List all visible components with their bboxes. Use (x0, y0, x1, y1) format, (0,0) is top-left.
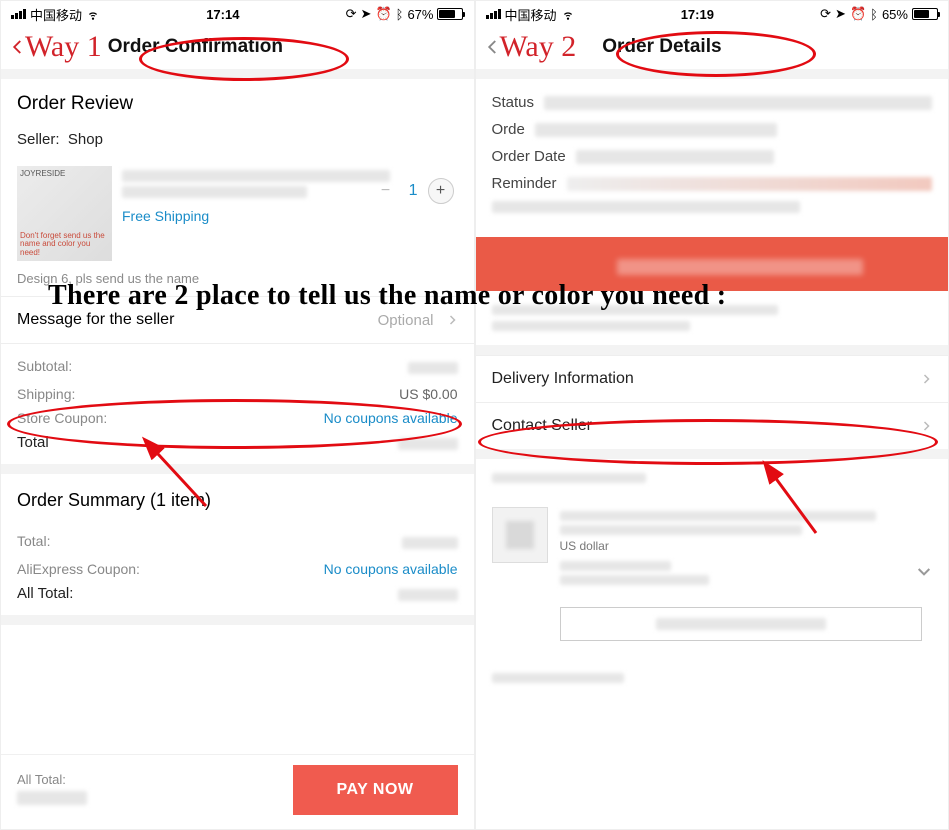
redacted-text (576, 150, 774, 164)
status-label: Status (492, 94, 535, 111)
seller-row[interactable]: Seller: Shop (1, 125, 474, 160)
chevron-right-icon (446, 314, 458, 326)
currency-line: US dollar (560, 539, 933, 553)
battery-icon (912, 8, 938, 20)
shipping-value: US $0.00 (399, 386, 457, 402)
chevron-right-icon (920, 420, 932, 432)
status-bar: 中国移动 17:14 ⟳ ➤ ⏰ ᛒ 67% (1, 1, 474, 25)
way-label: Way 2 (500, 30, 577, 64)
contact-seller-label: Contact Seller (492, 417, 593, 435)
redacted-block (476, 459, 949, 497)
summary-block: Total: AliExpress Coupon: No coupons avai… (1, 519, 474, 615)
action-banner[interactable] (476, 237, 949, 291)
battery-pct: 65% (882, 7, 908, 22)
redacted-text (492, 201, 800, 213)
wifi-icon (86, 7, 100, 21)
product-thumbnail (492, 507, 548, 563)
product-thumbnail: JOYRESIDE Don't forget send us the name … (17, 166, 112, 261)
total-label: Total (17, 434, 49, 454)
delivery-info-label: Delivery Information (492, 370, 634, 388)
alarm-icon: ⏰ (850, 6, 866, 22)
qty-plus-button[interactable]: + (428, 178, 454, 204)
carrier-label: 中国移动 (505, 5, 557, 24)
page-title: Order Confirmation (108, 36, 283, 58)
redacted-text (560, 525, 802, 535)
ae-coupon-value[interactable]: No coupons available (324, 561, 458, 577)
header: Way 1 Order Confirmation (1, 25, 474, 69)
status-bar: 中国移动 17:19 ⟳ ➤ ⏰ ᛒ 65% (476, 1, 949, 25)
redacted-text (544, 96, 932, 110)
message-seller-hint: Optional (378, 312, 434, 329)
subtotal-label: Subtotal: (17, 358, 72, 378)
variant-note: Design 6, pls send us the name (1, 265, 474, 296)
chevron-right-icon (920, 373, 932, 385)
redacted-text (567, 177, 932, 191)
redacted-text (560, 575, 709, 585)
screen-way-1: 中国移动 17:14 ⟳ ➤ ⏰ ᛒ 67% Way 1 Order Confi… (0, 0, 475, 830)
clock: 17:14 (206, 7, 239, 22)
delivery-info-row[interactable]: Delivery Information (476, 355, 949, 402)
ae-coupon-label: AliExpress Coupon: (17, 561, 140, 577)
store-coupon-label: Store Coupon: (17, 410, 107, 426)
pay-bar: All Total: PAY NOW (1, 754, 474, 829)
chevron-down-icon[interactable] (916, 563, 932, 579)
redacted-text (617, 259, 863, 275)
location-icon: ➤ (361, 6, 372, 22)
totals-block: Subtotal: Shipping: US $0.00 Store Coupon… (1, 344, 474, 464)
footer-all-total-label: All Total: (17, 772, 87, 787)
redacted-block (476, 641, 949, 697)
orientation-lock-icon: ⟳ (346, 6, 357, 22)
seller-prefix: Seller: (17, 131, 60, 148)
thumb-brand: JOYRESIDE (20, 169, 65, 178)
battery-pct: 67% (407, 7, 433, 22)
reminder-label: Reminder (492, 175, 557, 192)
page-title: Order Details (602, 36, 721, 58)
bluetooth-icon: ᛒ (870, 7, 878, 22)
qty-value: 1 (409, 182, 418, 200)
all-total-label: All Total: (17, 585, 73, 605)
orientation-lock-icon: ⟳ (820, 6, 831, 22)
signal-icon (11, 9, 26, 19)
thumb-reminder: Don't forget send us the name and color … (20, 232, 109, 258)
product-row[interactable]: JOYRESIDE Don't forget send us the name … (1, 160, 474, 265)
summary-total-label: Total: (17, 533, 50, 553)
redacted-text (560, 561, 672, 571)
redacted-text (656, 618, 826, 630)
shipping-label: Shipping: (17, 386, 75, 402)
header: Way 2 Order Details (476, 25, 949, 69)
redacted-text (560, 511, 877, 521)
bluetooth-icon: ᛒ (396, 7, 404, 22)
free-shipping-label: Free Shipping (122, 208, 209, 224)
alarm-icon: ⏰ (375, 6, 391, 22)
message-seller-label: Message for the seller (17, 311, 174, 329)
wifi-icon (561, 7, 575, 21)
screen-way-2: 中国移动 17:19 ⟳ ➤ ⏰ ᛒ 65% Way 2 Order Detai… (475, 0, 949, 830)
order-date-label: Order Date (492, 148, 566, 165)
redacted-block (476, 291, 949, 345)
redacted-text (122, 170, 390, 182)
order-review-heading: Order Review (1, 79, 474, 125)
order-meta-block: Status Orde Order Date Reminder (476, 79, 949, 227)
battery-icon (437, 8, 463, 20)
secondary-action-button[interactable] (560, 607, 923, 641)
signal-icon (486, 9, 501, 19)
contact-seller-row[interactable]: Contact Seller (476, 402, 949, 449)
redacted-text (17, 791, 87, 805)
order-product-row[interactable]: US dollar (476, 497, 949, 599)
store-coupon-value[interactable]: No coupons available (324, 410, 458, 426)
redacted-text (535, 123, 777, 137)
pay-now-button[interactable]: PAY NOW (293, 765, 458, 815)
clock: 17:19 (681, 7, 714, 22)
seller-name: Shop (68, 131, 103, 148)
location-icon: ➤ (835, 6, 846, 22)
way-label: Way 1 (25, 30, 102, 64)
message-seller-row[interactable]: Message for the seller Optional (1, 296, 474, 344)
redacted-text (122, 186, 307, 198)
order-summary-heading: Order Summary (1 item) (1, 474, 474, 519)
carrier-label: 中国移动 (30, 5, 82, 24)
order-label: Orde (492, 121, 525, 138)
